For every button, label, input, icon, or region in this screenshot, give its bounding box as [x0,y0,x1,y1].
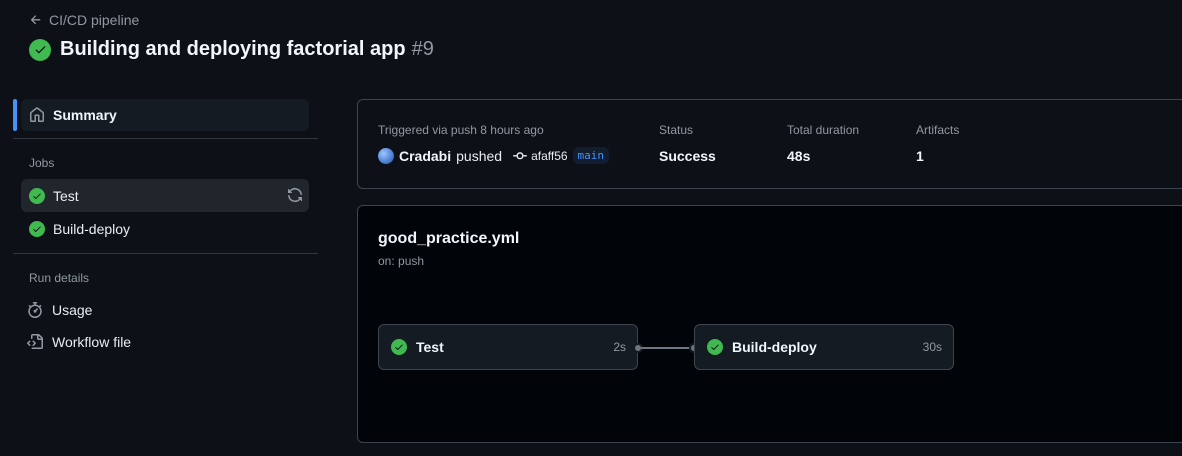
run-number: #9 [411,38,434,60]
trigger-label: Triggered via push 8 hours ago [378,123,544,137]
workflow-trigger: on: push [378,254,425,268]
status-label: Status [659,123,694,137]
avatar[interactable] [378,147,394,164]
graph-job-duration: 2s [613,340,626,354]
status-info: Status Success [659,123,716,164]
usage-label: Usage [52,302,93,318]
arrow-left-icon [30,15,41,25]
back-to-workflow-link[interactable]: CI/CD pipeline [29,12,139,28]
action-text: pushed [456,147,503,164]
active-indicator [13,99,17,131]
graph-job-name: Build-deploy [732,339,817,355]
stopwatch-icon [28,302,42,318]
sidebar-item-usage[interactable]: Usage [21,294,309,326]
job-label: Test [53,187,79,204]
sidebar-item-job-test[interactable]: Test [21,179,309,212]
duration-value: 48s [787,148,811,164]
workflow-file-label: Workflow file [52,334,132,350]
branch-badge[interactable]: main [572,147,610,164]
actor-link[interactable]: Cradabi [399,148,451,164]
jobs-section-label: Jobs [29,156,55,170]
artifacts-value[interactable]: 1 [916,148,959,164]
commit-sha: afaff56 [531,148,568,163]
duration-info: Total duration 48s [787,123,859,164]
success-check-icon [29,220,45,237]
success-check-icon [707,339,723,355]
run-summary-card: Triggered via push 8 hours ago Cradabi p… [357,99,1182,189]
rerun-job-icon[interactable] [287,187,303,206]
commit-link[interactable]: afaff56 [513,148,568,163]
graph-job-test[interactable]: Test 2s [378,324,638,370]
run-details-section-label: Run details [29,271,90,285]
trigger-info: Triggered via push 8 hours ago Cradabi p… [378,123,610,164]
sidebar-item-summary-label: Summary [53,107,117,123]
success-check-icon [29,187,45,204]
workflow-file-name: good_practice.yml [378,230,520,247]
graph-job-duration: 30s [922,340,942,354]
file-code-icon [27,334,43,349]
success-check-icon [391,339,407,355]
artifacts-info: Artifacts 1 [916,123,959,164]
git-commit-icon [513,151,528,159]
divider [13,138,318,139]
sidebar-item-workflow-file[interactable]: Workflow file [21,326,309,358]
success-check-icon [29,38,51,61]
sidebar-item-job-build-deploy[interactable]: Build-deploy [21,212,309,245]
page-title: Building and deploying factorial app #9 [29,38,434,61]
divider [13,253,318,254]
home-icon [30,107,44,122]
sidebar: Summary Jobs Test Build-deploy Run detai… [13,99,318,358]
back-link-label: CI/CD pipeline [49,12,140,28]
run-title-text: Building and deploying factorial app [60,38,406,60]
duration-label: Total duration [787,123,860,137]
job-label: Build-deploy [53,220,131,237]
connector-line [641,347,693,349]
artifacts-label: Artifacts [916,123,960,137]
status-value: Success [659,148,716,164]
workflow-graph-card: good_practice.yml on: push Test 2s Build… [357,205,1182,443]
sidebar-item-summary[interactable]: Summary [13,99,309,131]
graph-job-name: Test [416,339,444,355]
graph-job-build-deploy[interactable]: Build-deploy 30s [694,324,954,370]
